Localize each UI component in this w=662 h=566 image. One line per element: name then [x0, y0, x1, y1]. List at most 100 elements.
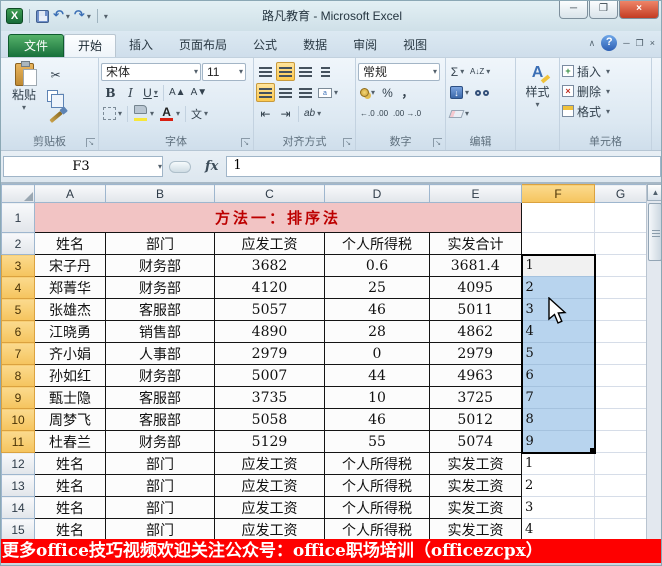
cell-C3[interactable]: 3682 — [214, 254, 325, 277]
scroll-up-icon[interactable]: ▲ — [647, 184, 661, 201]
comma-style-button[interactable]: ， — [398, 83, 417, 102]
cell-A7[interactable]: 齐小娟 — [34, 342, 106, 365]
font-name-select[interactable]: 宋体 — [101, 62, 201, 81]
row-header-1[interactable]: 1 — [1, 202, 35, 233]
scrollbar-thumb[interactable] — [648, 203, 661, 261]
cell-E6[interactable]: 4862 — [429, 320, 522, 343]
tab-review[interactable]: 审阅 — [340, 34, 390, 57]
tab-formulas[interactable]: 公式 — [240, 34, 290, 57]
merge-center-button[interactable]: a — [316, 83, 340, 102]
cell-F9[interactable]: 7 — [520, 386, 596, 409]
cell-D3[interactable]: 0.6 — [324, 254, 430, 277]
clipboard-dialog-launcher-icon[interactable]: ↘ — [86, 138, 95, 147]
cell-G3[interactable] — [594, 254, 647, 277]
tab-file[interactable]: 文件 — [8, 34, 64, 57]
cell-B4[interactable]: 财务部 — [105, 276, 215, 299]
cell-D12[interactable]: 个人所得税 — [324, 452, 430, 475]
tab-page-layout[interactable]: 页面布局 — [166, 34, 240, 57]
cell-G9[interactable] — [594, 386, 647, 409]
cell-G11[interactable] — [594, 430, 647, 453]
increase-decimal-button[interactable]: ←.0 .00 — [358, 104, 390, 123]
cell-E8[interactable]: 4963 — [429, 364, 522, 387]
cell-B6[interactable]: 销售部 — [105, 320, 215, 343]
middle-align-button[interactable] — [276, 62, 295, 81]
number-dialog-launcher-icon[interactable]: ↘ — [433, 138, 442, 147]
cell-B7[interactable]: 人事部 — [105, 342, 215, 365]
cell-C7[interactable]: 2979 — [214, 342, 325, 365]
cell-B11[interactable]: 财务部 — [105, 430, 215, 453]
cell-B13[interactable]: 部门 — [105, 474, 215, 497]
cell-E14[interactable]: 实发工资 — [429, 496, 522, 519]
alignment-dialog-launcher-icon[interactable]: ↘ — [343, 138, 352, 147]
cell-D14[interactable]: 个人所得税 — [324, 496, 430, 519]
row-header-15[interactable]: 15 — [1, 518, 35, 541]
fill-button[interactable]: ↓ — [448, 83, 471, 102]
cell-C8[interactable]: 5007 — [214, 364, 325, 387]
row-header-6[interactable]: 6 — [1, 320, 35, 343]
row-header-11[interactable]: 11 — [1, 430, 35, 453]
number-format-select[interactable]: 常规 — [358, 62, 440, 81]
phonetic-button[interactable]: 文 — [189, 104, 210, 123]
align-center-button[interactable] — [276, 83, 295, 102]
cell-A14[interactable]: 姓名 — [34, 496, 106, 519]
format-cells-button[interactable]: 格式 — [562, 101, 649, 121]
cell-D8[interactable]: 44 — [324, 364, 430, 387]
cell-E5[interactable]: 5011 — [429, 298, 522, 321]
cell-D4[interactable]: 25 — [324, 276, 430, 299]
cell-D13[interactable]: 个人所得税 — [324, 474, 430, 497]
row-header-14[interactable]: 14 — [1, 496, 35, 519]
italic-button[interactable]: I — [121, 83, 140, 102]
cell-E13[interactable]: 实发工资 — [429, 474, 522, 497]
align-left-button[interactable] — [256, 83, 275, 102]
font-size-select[interactable]: 11 — [202, 62, 246, 81]
cell-G15[interactable] — [594, 518, 647, 541]
cell-C2[interactable]: 应发工资 — [214, 232, 325, 255]
align-right-button[interactable] — [296, 83, 315, 102]
cell-B12[interactable]: 部门 — [105, 452, 215, 475]
cell-E3[interactable]: 3681.4 — [429, 254, 522, 277]
cell-A3[interactable]: 宋子丹 — [34, 254, 106, 277]
row-header-8[interactable]: 8 — [1, 364, 35, 387]
cell-F7[interactable]: 5 — [520, 342, 596, 365]
paste-button[interactable]: 粘贴 ▾ — [3, 61, 45, 126]
delete-cells-button[interactable]: × 删除 — [562, 81, 649, 101]
cell-G4[interactable] — [594, 276, 647, 299]
workbook-restore-icon[interactable]: ❐ — [636, 37, 644, 49]
cell-C5[interactable]: 5057 — [214, 298, 325, 321]
bottom-align-button[interactable] — [296, 62, 315, 81]
column-header-G[interactable]: G — [594, 184, 647, 203]
row-header-2[interactable]: 2 — [1, 232, 35, 255]
accounting-format-button[interactable] — [358, 83, 377, 102]
cell-A13[interactable]: 姓名 — [34, 474, 106, 497]
restore-button[interactable]: ❐ — [589, 1, 618, 19]
tab-data[interactable]: 数据 — [290, 34, 340, 57]
autosum-button[interactable]: Σ — [448, 62, 467, 81]
tab-home[interactable]: 开始 — [64, 34, 117, 57]
row-header-5[interactable]: 5 — [1, 298, 35, 321]
select-all-corner[interactable] — [1, 184, 35, 203]
workbook-minimize-icon[interactable]: ─ — [623, 37, 629, 49]
cell-F14[interactable]: 3 — [521, 496, 595, 519]
cell-A4[interactable]: 郑菁华 — [34, 276, 106, 299]
close-button[interactable]: × — [619, 1, 659, 19]
minimize-button[interactable]: ─ — [559, 1, 588, 19]
cell-B15[interactable]: 部门 — [105, 518, 215, 541]
fill-color-button[interactable] — [131, 104, 156, 123]
cell-F8[interactable]: 6 — [520, 364, 596, 387]
wrap-text-button[interactable] — [316, 62, 335, 81]
cell-G6[interactable] — [594, 320, 647, 343]
merged-title-cell[interactable]: 方法一：排序法 — [34, 202, 522, 233]
row-header-12[interactable]: 12 — [1, 452, 35, 475]
cell-F15[interactable]: 4 — [521, 518, 595, 541]
borders-button[interactable] — [101, 104, 124, 123]
cell-D7[interactable]: 0 — [324, 342, 430, 365]
column-header-D[interactable]: D — [324, 184, 430, 203]
column-header-A[interactable]: A — [34, 184, 106, 203]
styles-button[interactable]: A 样式 ▾ — [519, 61, 557, 109]
cell-D15[interactable]: 个人所得税 — [324, 518, 430, 541]
cell-A5[interactable]: 张雄杰 — [34, 298, 106, 321]
cell-F4[interactable]: 2 — [520, 276, 596, 299]
increase-indent-button[interactable]: ⇥ — [276, 104, 295, 123]
cell-D5[interactable]: 46 — [324, 298, 430, 321]
copy-button[interactable] — [45, 86, 66, 108]
